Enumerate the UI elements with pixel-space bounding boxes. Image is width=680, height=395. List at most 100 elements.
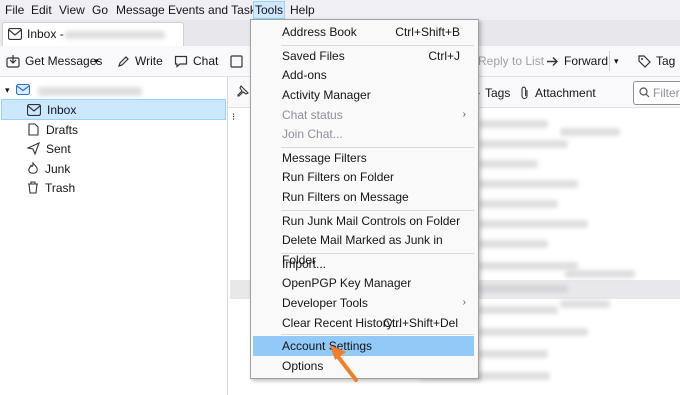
menu-bar: File Edit View Go Message Events and Tas… (0, 0, 680, 20)
collapse-chevron-icon[interactable]: ▾ (5, 85, 10, 96)
menu-item-label: Run Junk Mail Controls on Folder (282, 214, 461, 228)
menu-item-label: Join Chat... (282, 127, 343, 141)
forward-arrow-icon (546, 56, 559, 67)
toolbar-divider (609, 51, 610, 71)
pencil-icon (117, 55, 130, 68)
redacted-message-row (478, 350, 548, 358)
chat-button[interactable]: Chat (174, 52, 218, 70)
address-book-button[interactable] (230, 52, 243, 70)
menu-file[interactable]: File (4, 2, 25, 18)
tag-label: Tag (656, 54, 676, 68)
folder-trash[interactable]: Trash (27, 178, 225, 197)
search-icon (639, 87, 650, 98)
redacted-message-row (560, 128, 620, 136)
submenu-arrow-icon: › (462, 109, 466, 120)
redacted-message-row (478, 220, 588, 228)
menu-item-import[interactable]: Import... (253, 254, 474, 274)
menu-item-label: Saved Files (282, 49, 345, 63)
menu-item-label: OpenPGP Key Manager (282, 276, 412, 290)
get-messages-label: Get Messages (25, 54, 103, 68)
forward-label: Forward (564, 54, 609, 68)
forward-button[interactable]: Forward (546, 52, 608, 70)
menu-item-shortcut: Ctrl+Shift+B (395, 25, 460, 39)
menu-item-label: Import... (282, 257, 327, 271)
menu-item-delete-junk-mail[interactable]: Delete Mail Marked as Junk in Folder (253, 230, 474, 267)
menu-help[interactable]: Help (289, 2, 316, 18)
filter-attachment-button[interactable]: Attachment (520, 84, 596, 102)
tab-label: Inbox - (27, 27, 64, 41)
folder-label: Trash (45, 180, 76, 195)
folder-label: Drafts (46, 122, 79, 137)
menu-item-openpgp-key-manager[interactable]: OpenPGP Key Manager (253, 273, 474, 293)
filter-input[interactable]: Filter (633, 81, 680, 105)
chat-bubble-icon (174, 55, 188, 68)
forward-dropdown-icon[interactable]: ▾ (614, 56, 619, 67)
get-messages-dropdown-icon[interactable]: ▾ (94, 56, 99, 67)
menu-item-join-chat[interactable]: Join Chat... (253, 124, 474, 144)
menu-item-chat-status[interactable]: Chat status › (253, 105, 474, 125)
menu-item-run-filters-on-folder[interactable]: Run Filters on Folder (253, 167, 474, 187)
folder-inbox[interactable]: Inbox (1, 99, 226, 120)
menu-item-run-filters-on-message[interactable]: Run Filters on Message (253, 187, 474, 207)
menu-item-shortcut: Ctrl+J (428, 49, 460, 63)
write-button[interactable]: Write (117, 52, 163, 70)
chat-label: Chat (193, 54, 219, 68)
menu-item-label: Address Book (282, 25, 357, 39)
folder-drafts[interactable]: Drafts (27, 120, 225, 139)
paperclip-icon (520, 86, 530, 100)
reply-to-list-label: Reply to List (478, 54, 545, 68)
menu-item-label: Run Filters on Message (282, 190, 409, 204)
redacted-message-row (478, 200, 558, 208)
flame-icon (27, 162, 39, 175)
redacted-message-row (478, 240, 548, 248)
get-messages-button[interactable]: Get Messages (6, 52, 102, 70)
reply-to-list-button[interactable]: Reply to List (478, 52, 544, 70)
menu-item-label: Chat status (282, 108, 343, 122)
folder-junk[interactable]: Junk (27, 159, 225, 178)
menu-item-developer-tools[interactable]: Developer Tools › (253, 293, 474, 313)
envelope-icon (8, 28, 22, 40)
inbox-icon (27, 103, 41, 116)
menu-item-message-filters[interactable]: Message Filters (253, 148, 474, 168)
menu-tools[interactable]: Tools (252, 1, 286, 19)
redacted-message-row (478, 285, 568, 293)
folder-sent[interactable]: Sent (27, 139, 225, 158)
menu-item-activity-manager[interactable]: Activity Manager (253, 85, 474, 105)
filter-attachment-label: Attachment (535, 86, 596, 100)
menu-item-label: Run Filters on Folder (282, 170, 395, 184)
redacted-message-row (478, 120, 548, 128)
menu-item-add-ons[interactable]: Add-ons (253, 65, 474, 85)
folder-label: Junk (45, 161, 71, 176)
menu-item-saved-files[interactable]: Saved Files Ctrl+J (253, 46, 474, 66)
redacted-message-row (478, 306, 558, 314)
menu-item-label: Activity Manager (282, 88, 371, 102)
redacted-message-row (478, 262, 578, 270)
menu-item-label: Add-ons (282, 68, 327, 82)
menu-events-and-tasks[interactable]: Events and Tasks (167, 2, 263, 18)
redacted-message-row (565, 270, 635, 278)
address-book-icon (230, 54, 243, 68)
pointer-arrow-icon (330, 345, 358, 382)
tools-menu: Address Book Ctrl+Shift+B Saved Files Ctrl… (250, 19, 479, 379)
menu-edit[interactable]: Edit (30, 2, 53, 18)
tag-button[interactable]: Tag (638, 52, 675, 70)
redacted-message-row (478, 180, 578, 188)
redacted-message-row (478, 160, 538, 168)
column-picker-icon[interactable]: ⁝ (232, 112, 235, 123)
redacted-message-row (478, 140, 568, 148)
folder-label: Sent (46, 141, 71, 156)
redacted-account-name (38, 87, 142, 96)
menu-view[interactable]: View (58, 2, 86, 18)
menu-message[interactable]: Message (115, 2, 166, 18)
download-icon (6, 54, 20, 68)
menu-item-clear-recent-history[interactable]: Clear Recent History... Ctrl+Shift+Del (253, 313, 474, 333)
menu-item-run-junk-mail-controls[interactable]: Run Junk Mail Controls on Folder (253, 211, 474, 231)
menu-item-label: Developer Tools (282, 296, 368, 310)
pin-icon[interactable] (236, 85, 249, 98)
trash-icon (27, 181, 39, 194)
tab-inbox[interactable]: Inbox - (2, 22, 184, 47)
menu-go[interactable]: Go (91, 2, 109, 18)
filter-tags-label: Tags (485, 86, 511, 100)
menu-separator (281, 334, 474, 335)
menu-item-address-book[interactable]: Address Book Ctrl+Shift+B (253, 22, 474, 42)
